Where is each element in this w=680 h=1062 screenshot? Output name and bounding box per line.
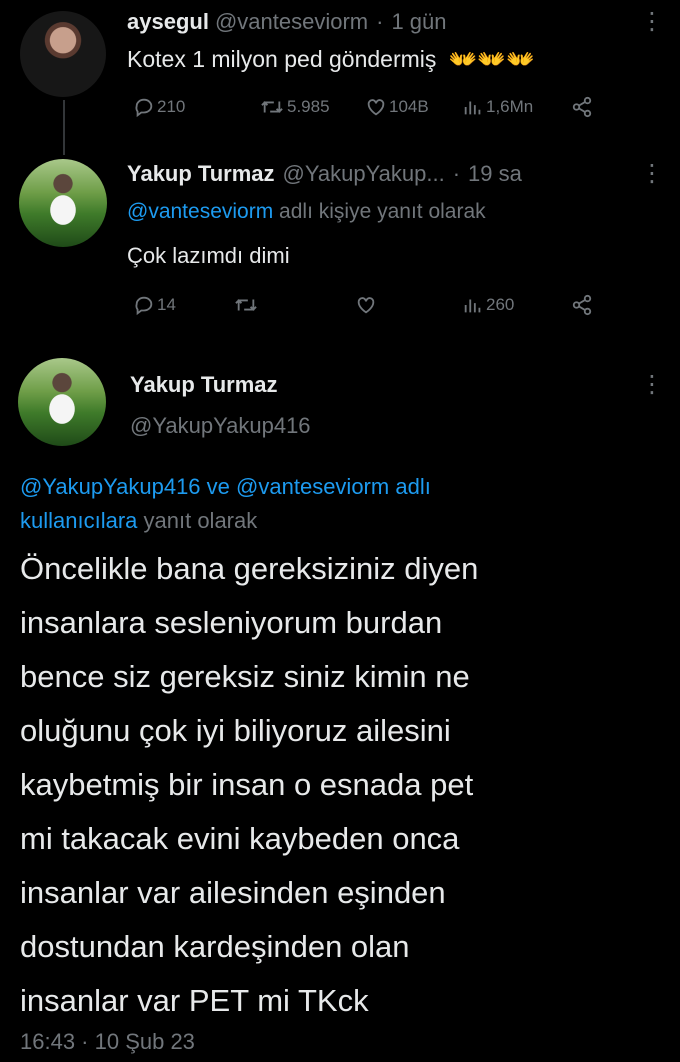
reply-to-link[interactable]: @vanteseviorm xyxy=(127,200,273,223)
views-button[interactable]: 1,6Mn xyxy=(462,96,533,118)
reply-to-link[interactable]: @YakupYakup416 xyxy=(20,474,201,499)
share-icon xyxy=(571,294,593,316)
body-line: oluğunu çok iyi biliyoruz ailesini xyxy=(20,713,451,748)
views-icon xyxy=(462,294,484,316)
timestamp[interactable]: 1 gün xyxy=(391,9,446,35)
retweet-icon xyxy=(233,294,259,316)
more-icon[interactable]: ⋮ xyxy=(640,10,664,34)
separator: · xyxy=(452,161,461,186)
share-button[interactable] xyxy=(571,96,593,118)
avatar[interactable] xyxy=(20,11,106,97)
reply-icon xyxy=(133,96,155,118)
tweet-header: Yakup Turmaz @YakupYakup... · 19 sa xyxy=(127,161,627,187)
tweet-body: Öncelikle bana gereksiziniz diyen insanl… xyxy=(20,542,670,1028)
view-count: 260 xyxy=(486,295,515,314)
reply-button[interactable]: 14 xyxy=(133,294,176,316)
body-line: insanlar var ailesinden eşinden xyxy=(20,875,446,910)
share-button[interactable] xyxy=(571,294,593,316)
reply-count: 14 xyxy=(157,295,176,314)
display-name[interactable]: Yakup Turmaz xyxy=(130,372,278,398)
like-button[interactable]: 104B xyxy=(365,96,429,118)
handle[interactable]: @YakupYakup416 xyxy=(130,413,311,439)
like-count: 104B xyxy=(389,97,429,116)
tweet-header: aysegul @vanteseviorm · 1 gün xyxy=(127,9,627,35)
emoji: 👐👐👐 xyxy=(448,46,535,72)
handle[interactable]: @vanteseviorm xyxy=(215,9,368,35)
reply-count: 210 xyxy=(157,97,186,116)
reply-context: @vanteseviorm adlı kişiye yanıt olarak xyxy=(127,200,486,223)
reply-context: @YakupYakup416 ve @vanteseviorm adlı kul… xyxy=(20,474,431,533)
body-line: mi takacak evini kaybeden onca xyxy=(20,821,460,856)
share-icon xyxy=(571,96,593,118)
body-line: Öncelikle bana gereksiziniz diyen xyxy=(20,551,479,586)
reply-button[interactable]: 210 xyxy=(133,96,185,118)
view-count: 1,6Mn xyxy=(486,97,534,116)
action-bar: 14 260 xyxy=(0,290,680,320)
avatar[interactable] xyxy=(19,159,107,247)
timestamp[interactable]: 19 sa xyxy=(468,161,522,187)
views-button[interactable]: 260 xyxy=(462,294,514,316)
body-line: dostundan kardeşinden olan xyxy=(20,929,410,964)
separator: · xyxy=(376,9,384,34)
more-icon[interactable]: ⋮ xyxy=(640,373,664,397)
tweet-timestamp[interactable]: 16:43 · 10 Şub 23 xyxy=(20,1029,195,1055)
body-line: bence siz gereksiz siniz kimin ne xyxy=(20,659,470,694)
tweet-text: Çok lazımdı dimi xyxy=(127,243,290,268)
reply-to-link[interactable]: kullanıcılara xyxy=(20,508,137,533)
heart-icon xyxy=(365,96,387,118)
display-name[interactable]: aysegul xyxy=(127,9,209,35)
retweet-icon xyxy=(259,96,285,118)
display-name[interactable]: Yakup Turmaz xyxy=(127,161,275,187)
handle[interactable]: @YakupYakup... xyxy=(283,161,445,187)
body-line: insanlara sesleniyorum burdan xyxy=(20,605,443,640)
body-line: insanlar var PET mi TKck xyxy=(20,983,369,1018)
heart-icon xyxy=(355,294,377,316)
more-icon[interactable]: ⋮ xyxy=(640,162,664,186)
retweet-count: 5.985 xyxy=(287,97,330,116)
tweet-text: Kotex 1 milyon ped göndermiş 👐👐👐 xyxy=(127,46,535,72)
avatar[interactable] xyxy=(18,358,106,446)
like-button[interactable] xyxy=(355,294,377,316)
reply-icon xyxy=(133,294,155,316)
views-icon xyxy=(462,96,484,118)
body-line: kaybetmiş bir insan o esnada pet xyxy=(20,767,474,802)
retweet-button[interactable]: 5.985 xyxy=(259,96,330,118)
reply-to-link[interactable]: @vanteseviorm xyxy=(236,474,389,499)
action-bar: 210 5.985 104B 1,6Mn xyxy=(0,92,680,122)
retweet-button[interactable] xyxy=(233,294,259,316)
